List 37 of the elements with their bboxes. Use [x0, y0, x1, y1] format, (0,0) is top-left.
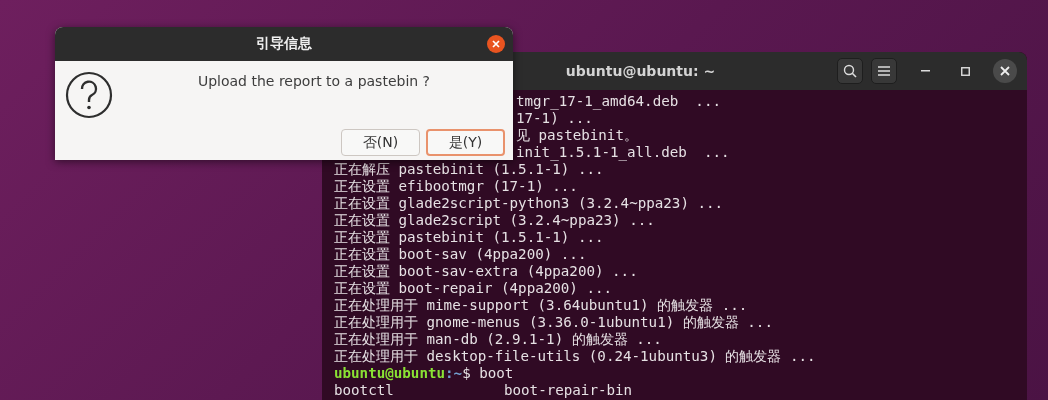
question-icon: [65, 71, 113, 119]
terminal-line: 正在处理用于 mime-support (3.64ubuntu1) 的触发器 ...: [334, 297, 748, 313]
terminal-line: 正在设置 boot-repair (4ppa200) ...: [334, 280, 613, 296]
dialog-title: 引导信息: [256, 35, 312, 53]
terminal-line: 见 pastebinit。: [516, 127, 638, 143]
terminal-line: 正在设置 boot-sav (4ppa200) ...: [334, 246, 587, 262]
terminal-line: 17-1) ...: [516, 110, 593, 126]
search-button[interactable]: [837, 58, 863, 84]
terminal-line: init_1.5.1-1_all.deb ...: [516, 144, 730, 160]
terminal-line: 正在处理用于 desktop-file-utils (0.24-1ubuntu3) 的触发器 ...: [334, 348, 816, 364]
close-button[interactable]: [487, 35, 505, 53]
completion-item: boot-repair-bin: [504, 382, 634, 399]
prompt-command: $ boot: [462, 365, 514, 381]
window-title: ubuntu@ubuntu: ~: [564, 63, 717, 79]
search-icon: [843, 64, 857, 78]
minimize-icon: [920, 70, 930, 72]
maximize-icon: [960, 66, 970, 76]
terminal-line: 正在设置 boot-sav-extra (4ppa200) ...: [334, 263, 638, 279]
terminal-line: tmgr_17-1_amd64.deb ...: [516, 93, 721, 109]
dialog-button[interactable]: 是(Y): [426, 129, 505, 156]
prompt-path: :~: [445, 365, 463, 381]
terminal-line: 正在设置 pastebinit (1.5.1-1) ...: [334, 229, 604, 245]
terminal-line: 正在设置 glade2script-python3 (3.2.4~ppa23) ...: [334, 195, 724, 211]
terminal-line: 正在设置 efibootmgr (17-1) ...: [334, 178, 578, 194]
dialog-message: Upload the report to a pastebin ?: [196, 72, 432, 91]
terminal-line: 正在解压 pastebinit (1.5.1-1) ...: [334, 161, 604, 177]
terminal-line: 正在处理用于 gnome-menus (3.36.0-1ubuntu1) 的触发器 ...: [334, 314, 773, 330]
terminal-line: 正在处理用于 man-db (2.9.1-1) 的触发器 ...: [334, 331, 662, 347]
close-icon: [492, 40, 500, 48]
completion-item: bootctl: [334, 382, 395, 399]
close-button[interactable]: [993, 59, 1017, 83]
menu-button[interactable]: [871, 58, 897, 84]
menu-icon: [878, 66, 890, 76]
terminal-line: 正在设置 glade2script (3.2.4~ppa23) ...: [334, 212, 655, 228]
close-icon: [1000, 66, 1010, 76]
prompt-user: ubuntu@ubuntu: [334, 365, 446, 381]
dialog-button[interactable]: 否(N): [341, 129, 420, 156]
